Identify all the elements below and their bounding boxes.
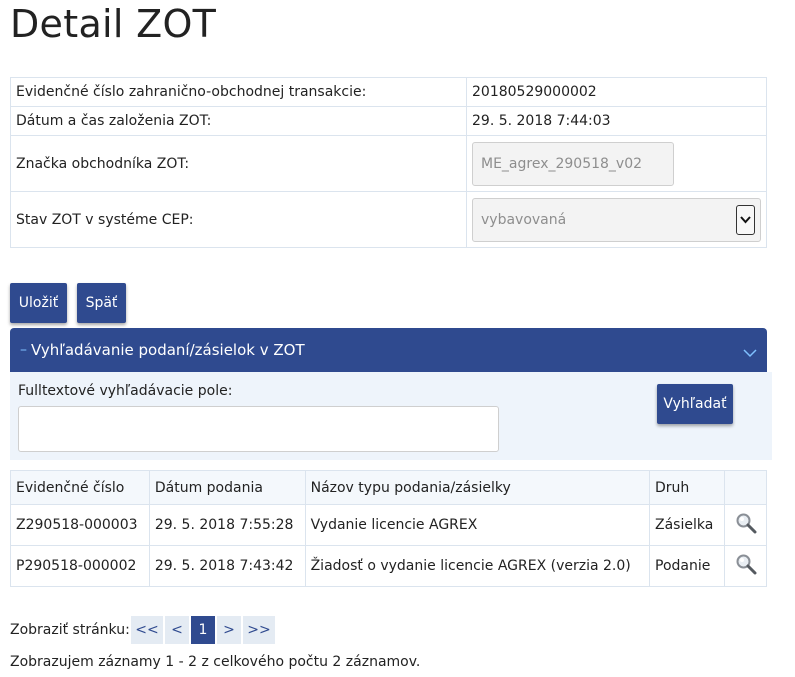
fulltext-label: Fulltextové vyhľadávacie pole: bbox=[18, 383, 233, 399]
stav-select[interactable]: vybavovaná bbox=[472, 197, 761, 242]
save-button[interactable]: Uložiť bbox=[10, 283, 67, 323]
results-table: Evidenčné číslo Dátum podania Názov typu… bbox=[10, 470, 767, 587]
row-druh: Podanie bbox=[649, 545, 725, 587]
row-datum: 29. 5. 2018 7:43:42 bbox=[148, 545, 306, 587]
datum-zalozenia-value: 29. 5. 2018 7:44:03 bbox=[466, 106, 767, 136]
pagination-last[interactable]: >> bbox=[243, 616, 275, 644]
records-summary: Zobrazujem záznamy 1 - 2 z celkového poč… bbox=[10, 654, 421, 670]
detail-row-evidencne-cislo: Evidenčné číslo zahranično-obchodnej tra… bbox=[10, 77, 767, 107]
back-button[interactable]: Späť bbox=[77, 283, 126, 323]
fulltext-search-input[interactable] bbox=[18, 406, 499, 452]
table-row: P290518-000002 29. 5. 2018 7:43:42 Žiado… bbox=[10, 545, 767, 587]
znacka-cell: ME_agrex_290518_v02 bbox=[466, 135, 767, 192]
stav-cell: vybavovaná bbox=[466, 191, 767, 248]
detail-row-stav: Stav ZOT v systéme CEP: vybavovaná bbox=[10, 191, 767, 248]
collapse-minus-icon: – bbox=[20, 342, 27, 358]
row-cislo: Z290518-000003 bbox=[10, 504, 150, 546]
detail-row-datum-zalozenia: Dátum a čas založenia ZOT: 29. 5. 2018 7… bbox=[10, 106, 767, 136]
search-panel-body: Fulltextové vyhľadávacie pole: Vyhľadať bbox=[10, 372, 772, 460]
stav-select-value: vybavovaná bbox=[481, 211, 567, 228]
magnifier-icon[interactable] bbox=[735, 554, 757, 579]
evidencne-cislo-value: 20180529000002 bbox=[466, 77, 767, 107]
column-header-nazov-typu: Názov typu podania/zásielky bbox=[304, 470, 651, 505]
column-header-evidencne-cislo: Evidenčné číslo bbox=[10, 470, 150, 505]
page-title: Detail ZOT bbox=[10, 2, 217, 46]
column-header-datum-podania: Dátum podania bbox=[148, 470, 306, 505]
pagination-first[interactable]: << bbox=[131, 616, 163, 644]
results-header-row: Evidenčné číslo Dátum podania Názov typu… bbox=[10, 470, 767, 505]
search-button[interactable]: Vyhľadať bbox=[657, 384, 733, 424]
evidencne-cislo-label: Evidenčné číslo zahranično-obchodnej tra… bbox=[10, 77, 467, 107]
row-cislo: P290518-000002 bbox=[10, 545, 150, 587]
chevron-down-icon[interactable] bbox=[736, 204, 755, 235]
znacka-label: Značka obchodníka ZOT: bbox=[10, 135, 467, 192]
row-action-cell bbox=[724, 545, 767, 587]
row-nazov: Žiadosť o vydanie licencie AGREX (verzia… bbox=[304, 545, 651, 587]
stav-label: Stav ZOT v systéme CEP: bbox=[10, 191, 467, 248]
chevron-down-icon[interactable] bbox=[743, 344, 757, 362]
row-nazov: Vydanie licencie AGREX bbox=[304, 504, 651, 546]
row-action-cell bbox=[724, 504, 767, 546]
pagination-prev[interactable]: < bbox=[165, 616, 189, 644]
search-panel-title: Vyhľadávanie podaní/zásielok v ZOT bbox=[31, 341, 305, 359]
column-header-actions bbox=[724, 470, 767, 505]
pagination-next[interactable]: > bbox=[217, 616, 241, 644]
datum-zalozenia-label: Dátum a čas založenia ZOT: bbox=[10, 106, 467, 136]
pagination-current-page[interactable]: 1 bbox=[191, 616, 215, 644]
column-header-druh: Druh bbox=[649, 470, 725, 505]
row-datum: 29. 5. 2018 7:55:28 bbox=[148, 504, 306, 546]
row-druh: Zásielka bbox=[649, 504, 725, 546]
search-panel-header[interactable]: – Vyhľadávanie podaní/zásielok v ZOT bbox=[10, 328, 767, 372]
znacka-input[interactable]: ME_agrex_290518_v02 bbox=[472, 141, 674, 186]
table-row: Z290518-000003 29. 5. 2018 7:55:28 Vydan… bbox=[10, 504, 767, 546]
pagination-label: Zobraziť stránku: bbox=[10, 622, 130, 638]
detail-row-znacka: Značka obchodníka ZOT: ME_agrex_290518_v… bbox=[10, 135, 767, 192]
magnifier-icon[interactable] bbox=[735, 513, 757, 538]
zot-detail-table: Evidenčné číslo zahranično-obchodnej tra… bbox=[10, 77, 767, 248]
